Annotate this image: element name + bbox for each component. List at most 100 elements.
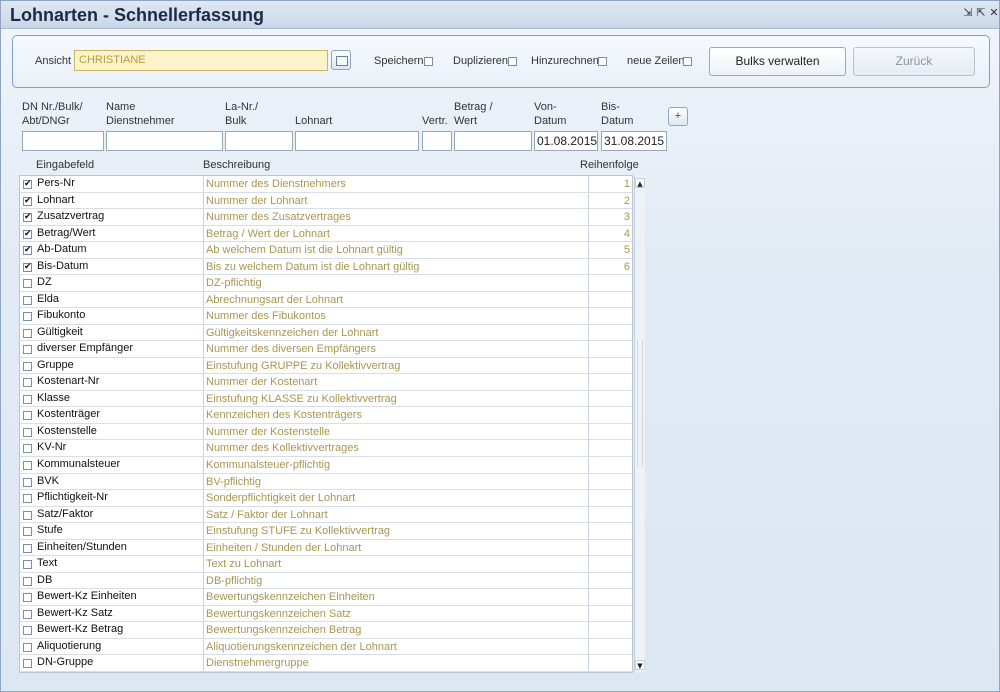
scroll-down-icon[interactable]: ▼ [635,660,645,670]
row-checkbox[interactable]: ✔ [23,180,32,189]
table-row[interactable]: Gültigkeit Gültigkeitskennzeichen der Loh… [20,324,632,342]
row-checkbox[interactable]: ✔ [23,229,32,239]
row-order[interactable]: 1 [588,176,632,192]
row-checkbox[interactable] [23,642,32,652]
row-checkbox[interactable] [23,444,32,454]
row-checkbox[interactable]: ✔ [23,246,32,256]
table-row[interactable]: DZ DZ-pflichtig [20,275,632,292]
row-checkbox[interactable] [23,543,32,553]
bulks-verwalten-button[interactable]: Bulks verwalten [709,47,846,76]
row-checkbox[interactable] [23,411,32,421]
row-order[interactable] [588,275,632,292]
row-checkbox[interactable] [23,312,32,322]
row-checkbox[interactable] [23,295,32,305]
row-checkbox[interactable] [23,279,32,289]
table-row[interactable]: Kostenart-Nr Nummer der Kostenart [20,374,632,391]
table-row[interactable]: Bewert-Kz Satz Bewertungskennzeichen Satz [20,605,632,623]
row-checkbox[interactable] [23,494,32,504]
row-checkbox[interactable] [23,427,32,437]
bis-datum-input[interactable]: 31.08.2015 [601,131,667,151]
grid-scrollbar[interactable]: ▲ ▼ [634,176,645,672]
row-order[interactable]: 4 [588,225,632,242]
table-row[interactable]: Fibukonto Nummer des Fibukontos [20,308,632,325]
table-row[interactable]: Text Text zu Lohnart [20,556,632,573]
table-row[interactable]: DN-Gruppe Dienstnehmergruppe [20,655,632,672]
scroll-thumb[interactable] [637,341,643,466]
lohnart-input[interactable] [295,131,419,151]
row-order[interactable] [588,457,632,473]
table-row[interactable]: diverser Empfänger Nummer des diversen Em… [20,341,632,358]
row-order[interactable]: 2 [588,192,632,209]
scroll-up-icon[interactable]: ▲ [635,178,645,188]
row-order[interactable] [588,357,632,374]
row-checkbox[interactable] [23,626,32,636]
duplizieren-checkbox[interactable] [508,57,517,66]
ansicht-lookup-button[interactable] [331,50,351,70]
zurueck-button[interactable]: Zurück [853,47,975,76]
row-checkbox[interactable] [23,477,32,487]
row-order[interactable] [588,605,632,622]
row-checkbox[interactable] [23,328,32,338]
von-datum-input[interactable]: 01.08.2015 [534,131,598,151]
vertr-input[interactable] [422,131,452,151]
add-entry-button[interactable]: + [668,107,688,126]
row-order[interactable] [588,556,632,573]
row-order[interactable] [588,622,632,639]
ansicht-input[interactable]: CHRISTIANE [74,50,328,71]
table-row[interactable]: ✔ Zusatzvertrag Nummer des Zusatzvertrages… [20,209,632,226]
row-order[interactable] [588,473,632,490]
speichern-checkbox[interactable] [424,57,433,66]
neue-zeilen-checkbox[interactable] [683,57,692,66]
table-row[interactable]: Kostenträger Kennzeichen des Kostenträger… [20,407,632,424]
table-row[interactable]: ✔ Betrag/Wert Betrag / Wert der Lohnart 4 [20,225,632,243]
maximize-icon[interactable]: ⇱ [975,7,987,19]
table-row[interactable]: ✔ Lohnart Nummer der Lohnart 2 [20,192,632,210]
row-checkbox[interactable]: ✔ [23,196,32,206]
row-order[interactable] [588,655,632,672]
row-order[interactable] [588,638,632,655]
row-checkbox[interactable]: ✔ [23,213,32,223]
table-row[interactable]: DB DB-pflichtig [20,572,632,590]
row-checkbox[interactable] [23,527,32,537]
table-row[interactable]: ✔ Ab-Datum Ab welchem Datum ist die Lohnar… [20,242,632,259]
row-order[interactable] [588,539,632,556]
row-order[interactable]: 6 [588,258,632,275]
name-input[interactable] [106,131,223,151]
table-row[interactable]: Bewert-Kz Einheiten Bewertungskennzeichen… [20,589,632,606]
minimize-icon[interactable]: ⇲ [962,7,974,19]
table-row[interactable]: Kostenstelle Nummer der Kostenstelle [20,423,632,441]
table-row[interactable]: Bewert-Kz Betrag Bewertungskennzeichen Be… [20,622,632,639]
la-nr-input[interactable] [225,131,293,151]
hinzurechnen-checkbox[interactable] [598,57,607,66]
row-checkbox[interactable] [23,576,32,586]
row-order[interactable] [588,291,632,308]
table-row[interactable]: Stufe Einstufung STUFE zu Kollektivvertra… [20,523,632,540]
row-checkbox[interactable] [23,378,32,388]
row-order[interactable] [588,589,632,606]
row-order[interactable] [588,308,632,325]
row-checkbox[interactable] [23,609,32,619]
row-order[interactable] [588,523,632,540]
row-order[interactable] [588,341,632,358]
row-order[interactable] [588,423,632,440]
table-row[interactable]: Klasse Einstufung KLASSE zu Kollektivvert… [20,390,632,408]
table-row[interactable]: ✔ Bis-Datum Bis zu welchem Datum ist die L… [20,258,632,276]
row-checkbox[interactable] [23,560,32,570]
row-order[interactable] [588,324,632,341]
row-order[interactable] [588,490,632,507]
betrag-input[interactable] [454,131,532,151]
table-row[interactable]: Gruppe Einstufung GRUPPE zu Kollektivvert… [20,357,632,375]
close-icon[interactable]: ✕ [988,7,1000,19]
row-checkbox[interactable] [23,361,32,371]
table-row[interactable]: Einheiten/Stunden Einheiten / Stunden der… [20,539,632,557]
row-checkbox[interactable] [23,510,32,520]
row-order[interactable] [588,572,632,589]
table-row[interactable]: Satz/Faktor Satz / Faktor der Lohnart [20,506,632,524]
table-row[interactable]: KV-Nr Nummer des Kollektivvertrages [20,440,632,457]
dn-nr-input[interactable] [22,131,104,151]
table-row[interactable]: Pflichtigkeit-Nr Sonderpflichtigkeit der … [20,490,632,507]
row-checkbox[interactable] [23,659,32,669]
table-row[interactable]: ✔ Pers-Nr Nummer des Dienstnehmers 1 [20,176,632,193]
row-checkbox[interactable]: ✔ [23,262,32,272]
table-row[interactable]: Kommunalsteuer Kommunalsteuer-pflichtig [20,457,632,474]
